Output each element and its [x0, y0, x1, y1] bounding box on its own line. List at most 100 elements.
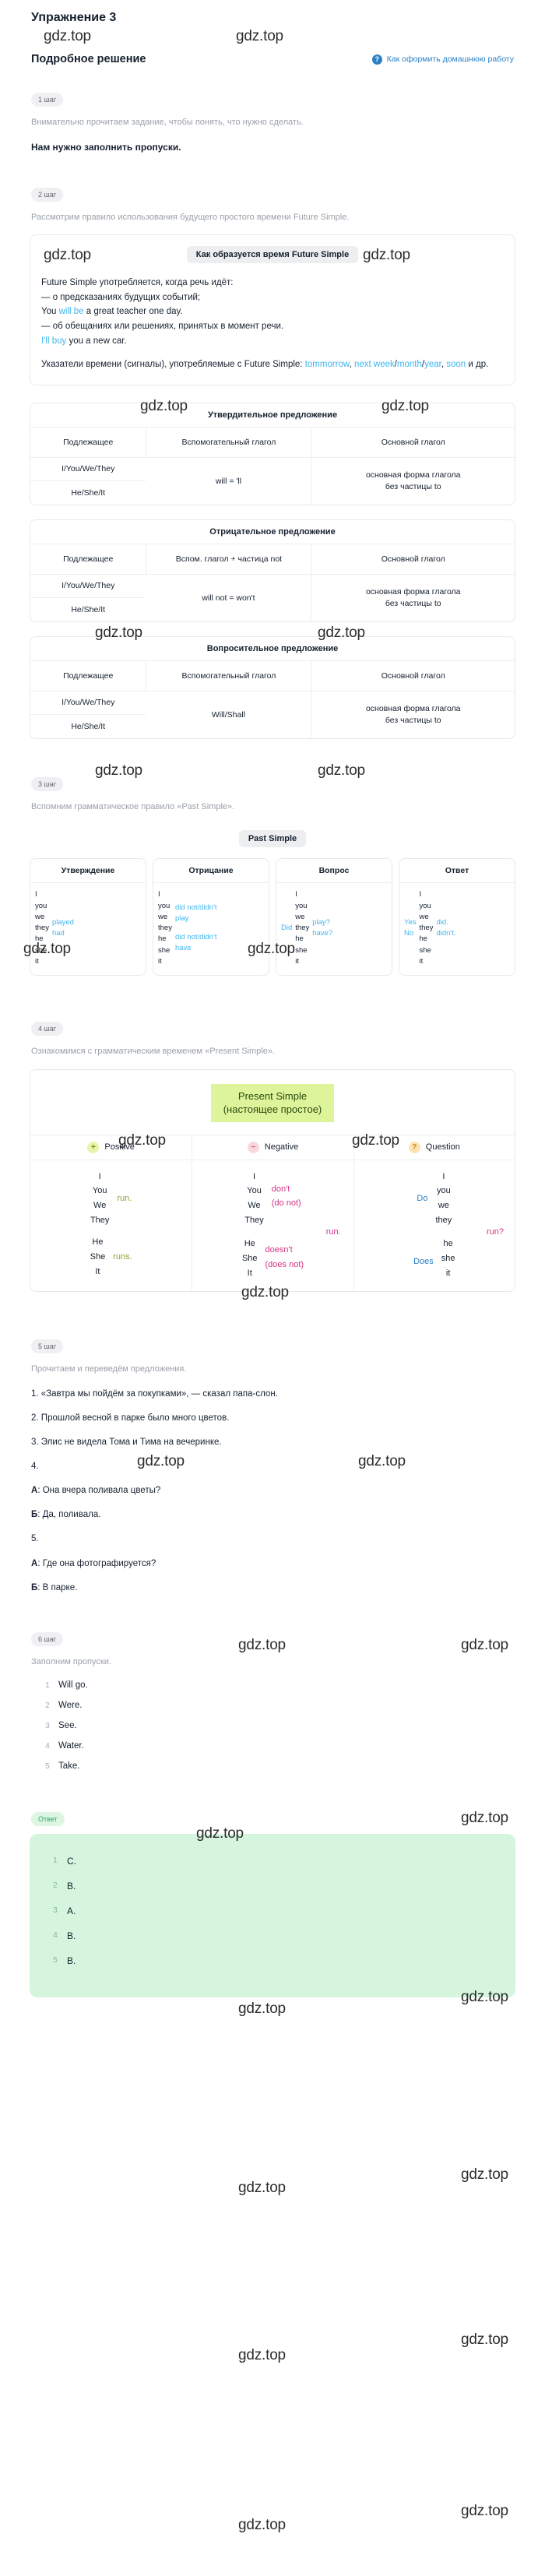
rule-line-3: — об обещаниях или решениях, принятых в …: [41, 321, 284, 331]
table-negative-header-aux: Вспом. глагол + частица not: [146, 544, 311, 575]
step1-task: Нам нужно заполнить пропуски.: [31, 141, 181, 153]
pron: it: [419, 956, 424, 966]
pron: they: [35, 924, 49, 932]
ex1-pre: You: [41, 307, 59, 317]
present-simple-title: Present Simple (настоящее простое): [210, 1083, 335, 1122]
answer-value: C.: [67, 1856, 76, 1867]
aux-did: Did: [281, 924, 293, 932]
step-badge-6: 6 шаг: [31, 1631, 64, 1646]
pron: It: [95, 1266, 100, 1276]
ex1-highlight: will be: [58, 307, 84, 317]
list-item: 3 See.: [45, 1721, 514, 1730]
watermark: gdz.top: [461, 2503, 508, 2519]
answer-item: 3 A.: [53, 1906, 501, 1916]
translation-num: 3.: [31, 1438, 39, 1448]
solution-header: Подробное решение ? Как оформить домашню…: [31, 53, 514, 65]
table-affirmative-subjects: I/You/We/They He/She/It: [30, 458, 146, 505]
pron: I: [253, 1171, 256, 1181]
pron: I: [35, 890, 37, 899]
present-negative-column: I You We They don't (do not) run. He She: [192, 1160, 353, 1292]
pron: you: [35, 901, 47, 910]
watermark: gdz.top: [238, 2001, 286, 2017]
present-simple-title-en: Present Simple: [237, 1089, 308, 1102]
watermark: gdz.top: [44, 28, 91, 44]
verb-affirmative-bottom: had: [51, 929, 65, 938]
negative-group1-aux: don't (do not): [272, 1170, 301, 1228]
aux-column: Did: [281, 889, 292, 967]
aux-short: don't: [271, 1184, 290, 1194]
table-negative-aux: will not = won't: [202, 593, 255, 603]
translation-num: 1.: [31, 1388, 39, 1399]
table-affirmative-header-aux: Вспомогательный глагол: [146, 427, 311, 458]
step-badge-2: 2 шаг: [31, 187, 64, 202]
watermark: gdz.top: [461, 2331, 508, 2348]
answer-box: 1 C. 2 B. 3 A. 4 B. 5 B.: [30, 1834, 515, 1998]
verb-negative-bottom: did not/didn't have: [174, 932, 217, 952]
translation-2: 2. Прошлой весной в парке было много цве…: [31, 1412, 514, 1424]
pron: he: [158, 934, 167, 944]
pron: I: [419, 890, 422, 899]
item-text: Will go.: [58, 1680, 88, 1691]
pron: I: [98, 1171, 101, 1181]
translation-text: : Где она фотографируется?: [37, 1558, 156, 1568]
present-simple-card: Present Simple (настоящее простое) + Pos…: [30, 1068, 515, 1293]
past-simple-card-affirmative: Утверждение I you we they he she it play…: [30, 858, 146, 976]
list-item: 4 Water.: [45, 1741, 514, 1751]
answer-num: 3: [53, 1906, 58, 1916]
minus-icon: −: [247, 1141, 259, 1153]
pron: it: [445, 1268, 451, 1278]
negative-label: Negative: [264, 1142, 299, 1153]
step6-intro: Заполним пропуски.: [31, 1656, 111, 1666]
item-num: 4: [45, 1741, 50, 1751]
positive-group2-pronouns: He She It: [90, 1235, 106, 1279]
past-simple-card-question: Вопрос Did I you we they he she it play?…: [276, 858, 392, 976]
rule-example-2: I'll buy you a new car.: [41, 334, 504, 349]
answer-item: 1 C.: [53, 1856, 501, 1867]
answer-item: 4 B.: [53, 1930, 501, 1941]
pron: we: [419, 912, 429, 921]
verb-question-bottom: have?: [312, 929, 333, 938]
pron: they: [295, 924, 310, 932]
question-group1-aux: Do: [417, 1193, 428, 1203]
pron: we: [295, 912, 305, 921]
answer-num: 2: [53, 1881, 58, 1891]
answer-value: B.: [67, 1930, 76, 1942]
table-row: He/She/It: [71, 604, 106, 614]
marker-soon: soon: [446, 360, 466, 370]
plus-icon: +: [87, 1141, 100, 1153]
homework-help-link[interactable]: ? Как оформить домашнюю работу: [371, 54, 514, 65]
item-text: Take.: [58, 1761, 80, 1772]
item-text: Water.: [58, 1741, 84, 1751]
table-affirmative-aux: will = 'll: [215, 476, 242, 486]
pronoun-column: I you we they he she it: [35, 889, 49, 967]
watermark: gdz.top: [236, 28, 283, 44]
item-num: 2: [45, 1701, 50, 1711]
translation-1: 1. «Завтра мы пойдём за покупками», — ск…: [31, 1388, 514, 1400]
table-negative-header-main: Основной глагол: [311, 544, 515, 575]
question-mark-icon: ?: [371, 54, 382, 65]
translation-num: 2.: [31, 1413, 39, 1423]
main-verb-line-2: без частицы to: [385, 715, 441, 725]
table-affirmative: Утвердительное предложение Подлежащее Вс…: [30, 402, 515, 505]
verb-answer-top: did.: [436, 917, 448, 927]
past-simple-cards: Утверждение I you we they he she it play…: [30, 858, 515, 976]
step-badge-1: 1 шаг: [31, 93, 64, 107]
solution-title: Подробное решение: [31, 53, 146, 65]
present-simple-title-ru: (настоящее простое): [223, 1103, 322, 1116]
aux-short: doesn't: [265, 1245, 293, 1255]
markers-pre: Указатели времени (сигналы), употребляем…: [41, 360, 305, 370]
pron: She: [90, 1252, 106, 1262]
main-verb-line-2: без частицы to: [385, 598, 441, 608]
translation-num: 4.: [31, 1462, 39, 1472]
past-simple-card-answer: Ответ Yes No I you we they he she it did…: [399, 858, 515, 976]
positive-label: Positive: [104, 1142, 135, 1153]
pron: He: [244, 1239, 255, 1249]
list-item: 5 Take.: [45, 1761, 514, 1771]
verb-column: play? have?: [312, 889, 332, 967]
answer-num: 4: [53, 1930, 58, 1941]
pron: You: [247, 1186, 262, 1196]
translation-4-a: А: Она вчера поливала цветы?: [31, 1484, 514, 1497]
pron: she: [419, 945, 431, 955]
pron: She: [241, 1254, 258, 1264]
pron: we: [35, 912, 45, 921]
